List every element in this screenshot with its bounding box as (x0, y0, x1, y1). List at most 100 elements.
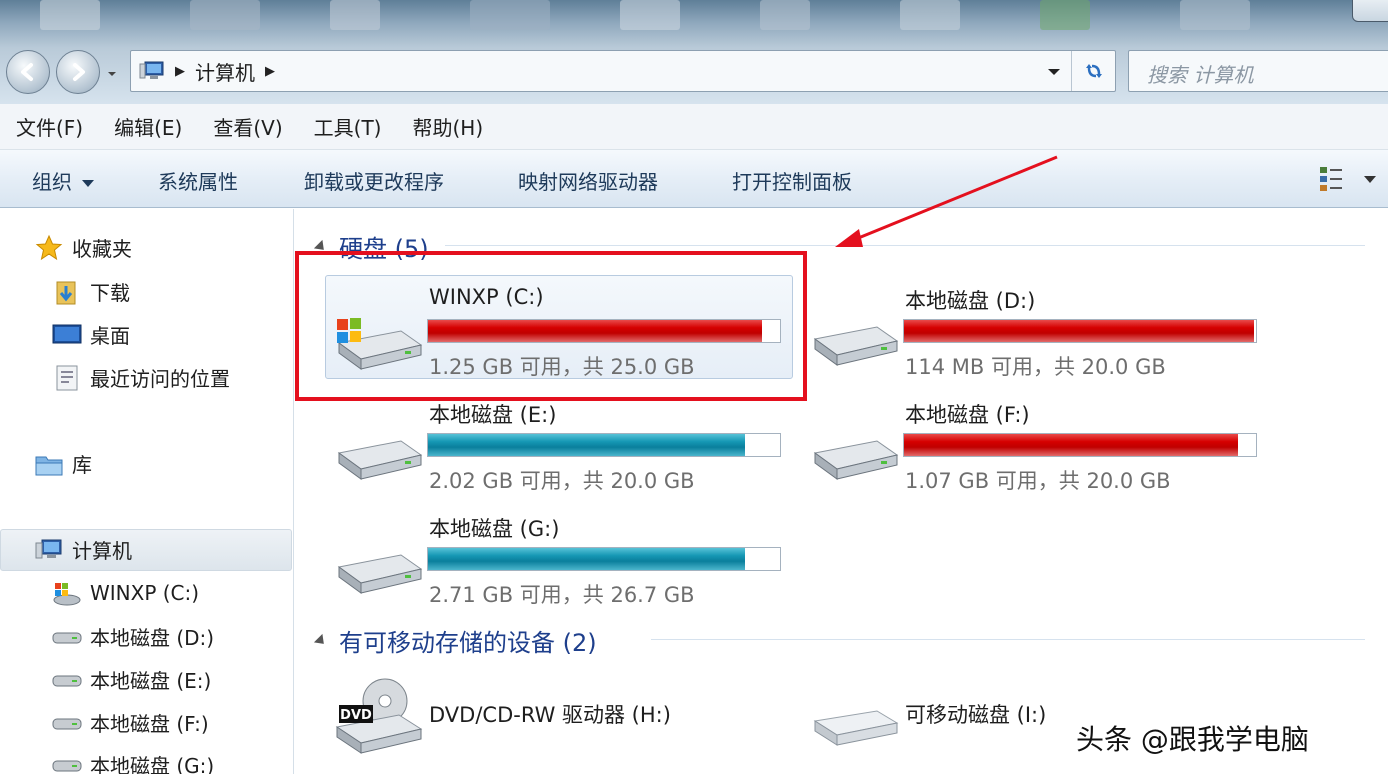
address-crumb-computer[interactable]: 计算机 (195, 57, 255, 86)
drive-f-usage-fill (904, 434, 1239, 456)
address-history-chevron-icon[interactable] (1047, 67, 1061, 77)
collapse-triangle-icon (313, 633, 329, 648)
content-pane: 硬盘 (5) WINXP (C:) 1.25 GB 可用，共 25.0 GB 本… (295, 155, 1388, 774)
menu-view[interactable]: 查看(V) (213, 112, 282, 141)
group-header-removable[interactable]: 有可移动存储的设备 (2) (313, 623, 597, 658)
uninstall-program-button[interactable]: 卸载或更改程序 (304, 166, 444, 195)
address-bar[interactable]: ▶ 计算机 ▶ (130, 50, 1116, 92)
address-separator-icon[interactable]: ▶ (265, 64, 275, 79)
hard-drive-icon (337, 554, 423, 594)
forward-button[interactable] (56, 50, 100, 94)
drive-d-name: 本地磁盘 (D:) (905, 289, 1036, 313)
drive-d-usage-fill (904, 320, 1255, 342)
computer-icon (34, 536, 64, 564)
search-input[interactable]: 搜索 计算机 (1128, 50, 1388, 92)
organize-label: 组织 (32, 170, 72, 194)
drive-g-usage-fill (428, 548, 745, 570)
refresh-button[interactable] (1071, 51, 1115, 91)
address-separator-icon[interactable]: ▶ (175, 64, 185, 79)
nav-computer[interactable]: 计算机 (34, 535, 132, 564)
system-properties-button[interactable]: 系统属性 (158, 166, 238, 195)
nav-libraries[interactable]: 库 (34, 449, 92, 478)
nav-drive-f-label: 本地磁盘 (F:) (90, 712, 209, 736)
navigation-pane: 收藏夹 下载 桌面 最近访问的位置 库 计算机 WINXP (C:) 本地磁盘 … (0, 209, 294, 774)
drive-f-usage-bar (903, 433, 1257, 457)
computer-icon (139, 61, 164, 79)
change-view-icon[interactable] (1318, 164, 1346, 194)
drive-e-free-space: 2.02 GB 可用，共 20.0 GB (429, 469, 695, 493)
desktop-icon (52, 321, 82, 349)
drive-f-free-space: 1.07 GB 可用，共 20.0 GB (905, 469, 1171, 493)
dvd-drive-name: DVD/CD-RW 驱动器 (H:) (429, 703, 671, 727)
change-view-chevron-icon[interactable] (1364, 176, 1376, 183)
nav-recent-places[interactable]: 最近访问的位置 (52, 363, 230, 392)
window-titlebar: ▶ 计算机 ▶ 搜索 计算机 (0, 0, 1388, 104)
nav-drive-f[interactable]: 本地磁盘 (F:) (52, 708, 209, 737)
nav-drive-c[interactable]: WINXP (C:) (52, 579, 199, 607)
nav-drive-d[interactable]: 本地磁盘 (D:) (52, 622, 214, 651)
dvd-badge: DVD (340, 708, 372, 723)
drive-d-usage-bar (903, 319, 1257, 343)
hard-drive-icon (813, 440, 899, 480)
nav-favorites-label: 收藏夹 (72, 237, 132, 261)
menu-file[interactable]: 文件(F) (16, 112, 83, 141)
group-divider (651, 639, 1365, 640)
nav-downloads-label: 下载 (90, 281, 130, 305)
drive-g-free-space: 2.71 GB 可用，共 26.7 GB (429, 583, 695, 607)
menu-help[interactable]: 帮助(H) (412, 112, 483, 141)
hard-drive-icon (52, 623, 82, 651)
nav-libraries-label: 库 (72, 453, 92, 477)
drive-tile-d[interactable]: 本地磁盘 (D:) 114 MB 可用，共 20.0 GB (797, 277, 1267, 385)
command-bar: 组织 系统属性 卸载或更改程序 映射网络驱动器 打开控制面板 (0, 150, 1388, 208)
nav-downloads[interactable]: 下载 (52, 277, 130, 306)
blurred-background-strip (0, 0, 1388, 36)
nav-desktop-label: 桌面 (90, 324, 130, 348)
hard-drive-icon (337, 440, 423, 480)
recent-pages-chevron-icon[interactable] (106, 68, 118, 80)
window-control-button[interactable] (1352, 0, 1388, 22)
menu-bar: 文件(F) 编辑(E) 查看(V) 工具(T) 帮助(H) (0, 104, 1388, 150)
nav-desktop[interactable]: 桌面 (52, 320, 130, 349)
hard-drive-icon (52, 666, 82, 694)
download-folder-icon (52, 278, 82, 306)
nav-drive-g[interactable]: 本地磁盘 (G:) (52, 750, 214, 774)
drive-tile-g[interactable]: 本地磁盘 (G:) 2.71 GB 可用，共 26.7 GB (321, 505, 791, 613)
star-icon (34, 234, 64, 262)
hard-drive-icon (813, 326, 899, 366)
nav-drive-e[interactable]: 本地磁盘 (E:) (52, 665, 211, 694)
back-arrow-icon (21, 63, 33, 81)
nav-drive-g-label: 本地磁盘 (G:) (90, 754, 215, 774)
watermark-text: 头条 @跟我学电脑 (1076, 723, 1309, 756)
refresh-icon (1085, 64, 1102, 78)
drive-tile-f[interactable]: 本地磁盘 (F:) 1.07 GB 可用，共 20.0 GB (797, 391, 1267, 499)
drive-tile-e[interactable]: 本地磁盘 (E:) 2.02 GB 可用，共 20.0 GB (321, 391, 791, 499)
back-button[interactable] (6, 50, 50, 94)
drive-g-usage-bar (427, 547, 781, 571)
organize-button[interactable]: 组织 (32, 166, 94, 195)
drive-tile-dvd[interactable]: DVD DVD/CD-RW 驱动器 (H:) (321, 678, 791, 774)
menu-edit[interactable]: 编辑(E) (114, 112, 182, 141)
organize-chevron-icon (82, 180, 94, 187)
windows-drive-icon (52, 579, 82, 607)
drive-e-usage-bar (427, 433, 781, 457)
nav-favorites[interactable]: 收藏夹 (34, 233, 132, 262)
removable-disk-icon (813, 710, 899, 746)
dvd-drive-icon: DVD (335, 678, 423, 754)
recent-places-icon (52, 364, 82, 392)
nav-drive-e-label: 本地磁盘 (E:) (90, 669, 212, 693)
nav-computer-label: 计算机 (72, 539, 132, 563)
menu-tools[interactable]: 工具(T) (314, 112, 382, 141)
drive-f-name: 本地磁盘 (F:) (905, 403, 1030, 427)
hard-drive-icon (52, 751, 82, 774)
highlight-annotation-box (295, 251, 807, 401)
group-removable-label: 有可移动存储的设备 (2) (339, 629, 597, 657)
forward-arrow-icon (73, 63, 85, 81)
hard-drive-icon (52, 709, 82, 737)
drive-e-name: 本地磁盘 (E:) (429, 403, 557, 427)
removable-disk-name: 可移动磁盘 (I:) (905, 703, 1047, 727)
nav-drive-d-label: 本地磁盘 (D:) (90, 626, 215, 650)
map-network-drive-button[interactable]: 映射网络驱动器 (518, 166, 658, 195)
drive-e-usage-fill (428, 434, 745, 456)
drive-d-free-space: 114 MB 可用，共 20.0 GB (905, 355, 1166, 379)
nav-recent-places-label: 最近访问的位置 (90, 367, 230, 391)
